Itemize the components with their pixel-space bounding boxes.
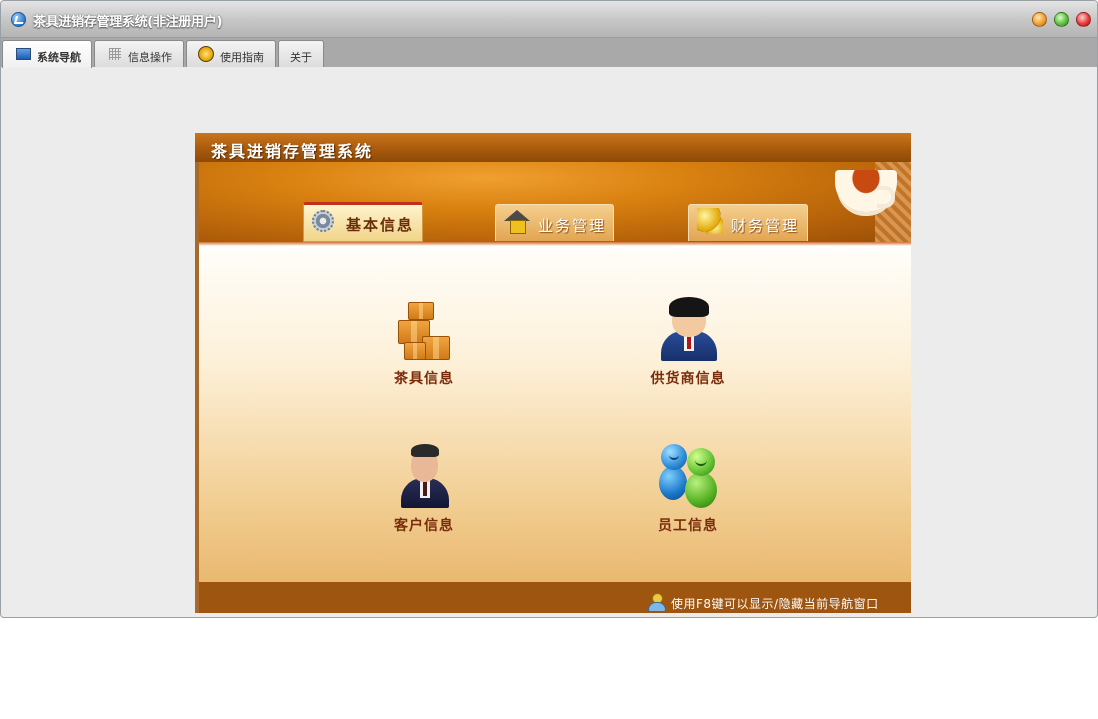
- item-customer-info[interactable]: 客户信息: [359, 444, 489, 554]
- staff-icon: [657, 444, 721, 510]
- tab-label: 信息操作: [128, 51, 172, 64]
- tab-label: 系统导航: [37, 51, 81, 64]
- nav-tab-label: 业务管理: [538, 217, 607, 235]
- nav-content: 茶具信息 供货商信息 客户信息 员工信息: [199, 246, 911, 582]
- compass-icon: [198, 46, 214, 62]
- nav-panel: 茶具进销存管理系统 基本信息 业务管理 财务管理 茶具信息 供货商信息 客户信息…: [195, 133, 911, 613]
- item-label: 员工信息: [658, 518, 718, 534]
- grid-icon: [109, 48, 121, 60]
- teacup-handle: [877, 186, 895, 208]
- nav-tab-basic-info[interactable]: 基本信息: [303, 202, 423, 242]
- tab-user-guide[interactable]: 使用指南: [186, 40, 276, 67]
- maximize-button[interactable]: [1054, 12, 1069, 27]
- close-button[interactable]: [1076, 12, 1091, 27]
- item-staff-info[interactable]: 员工信息: [623, 444, 753, 554]
- nav-tab-label: 基本信息: [346, 216, 415, 234]
- teacup-decoration: [835, 170, 897, 212]
- gear-icon: [312, 210, 334, 232]
- tab-system-nav[interactable]: 系统导航: [2, 40, 92, 68]
- tab-about[interactable]: 关于: [278, 40, 324, 67]
- minimize-button[interactable]: [1032, 12, 1047, 27]
- boxes-icon: [398, 302, 450, 362]
- item-supplier-info[interactable]: 供货商信息: [623, 297, 753, 407]
- item-teaware-info[interactable]: 茶具信息: [359, 297, 489, 407]
- house-icon: [504, 210, 530, 234]
- main-window: 茶具进销存管理系统(非注册用户) 系统导航 信息操作 使用指南 关于 茶具进销存…: [0, 0, 1098, 618]
- item-label: 供货商信息: [650, 371, 726, 387]
- item-label: 客户信息: [394, 518, 454, 534]
- nav-tab-label: 财务管理: [731, 217, 800, 235]
- coins-icon: [697, 208, 723, 234]
- panel-footer: 使用F8键可以显示/隐藏当前导航窗口: [199, 582, 911, 613]
- app-icon: [11, 12, 26, 27]
- panel-header: 茶具进销存管理系统: [195, 133, 911, 162]
- customer-icon: [395, 444, 455, 508]
- title-bar[interactable]: 茶具进销存管理系统(非注册用户): [1, 1, 1097, 38]
- tab-label: 使用指南: [220, 51, 264, 64]
- panel-title: 茶具进销存管理系统: [211, 142, 374, 161]
- footer-tip: 使用F8键可以显示/隐藏当前导航窗口: [671, 597, 879, 611]
- nav-tab-finance[interactable]: 财务管理: [688, 204, 808, 241]
- user-tip-icon: [647, 593, 666, 612]
- item-label: 茶具信息: [394, 371, 454, 387]
- tab-label: 关于: [290, 51, 312, 64]
- supplier-icon: [659, 297, 719, 361]
- nav-tab-business[interactable]: 业务管理: [495, 204, 614, 241]
- tab-info-ops[interactable]: 信息操作: [94, 40, 184, 67]
- monitor-icon: [16, 48, 31, 60]
- window-title: 茶具进销存管理系统(非注册用户): [33, 15, 223, 30]
- tab-strip: 系统导航 信息操作 使用指南 关于: [1, 38, 1097, 68]
